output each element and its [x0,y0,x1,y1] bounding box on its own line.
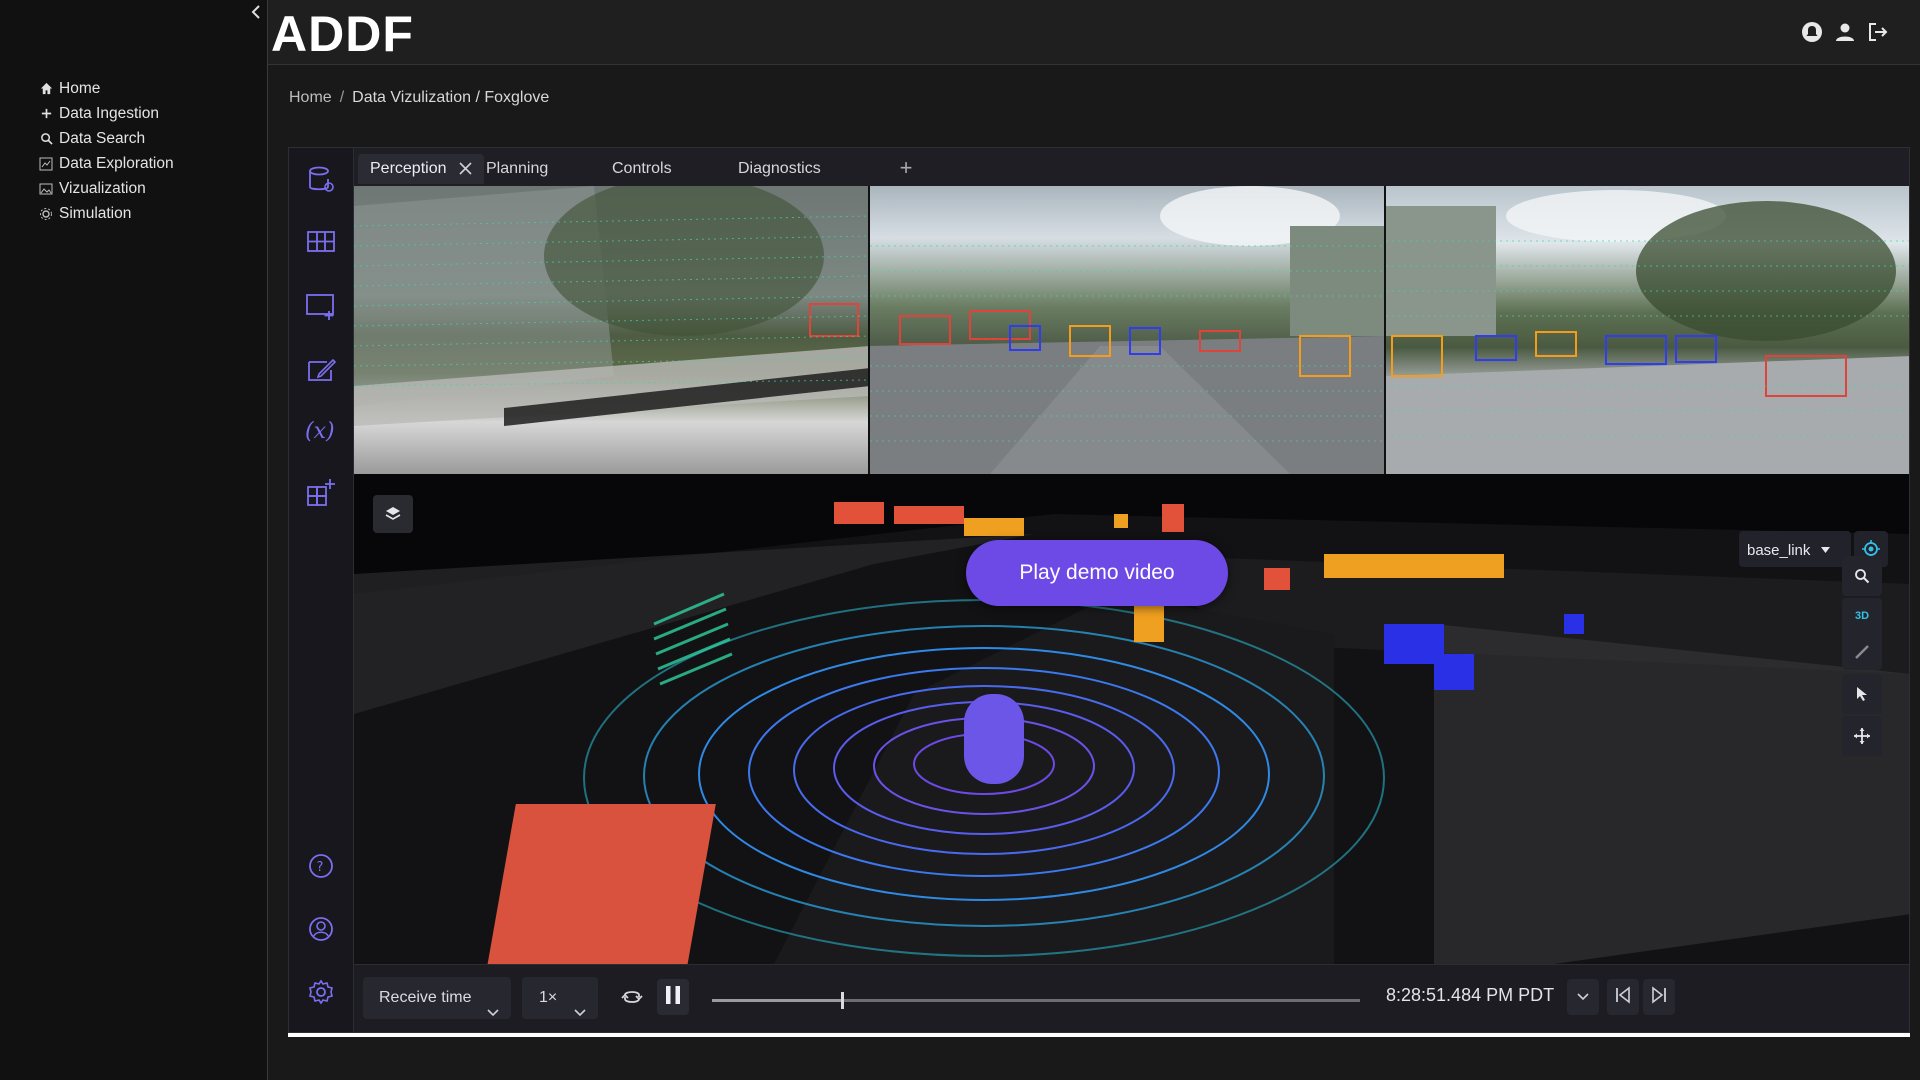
help-icon[interactable]: ? [303,848,339,884]
chart-icon [38,156,54,172]
breadcrumb-current: Data Vizulization / Foxglove [352,89,550,106]
breadcrumb-home-link[interactable]: Home [289,89,332,106]
svg-text:?: ? [317,860,324,875]
settings-icon[interactable] [303,974,339,1010]
top-bar: ADDF [268,0,1920,65]
edit-icon[interactable] [303,351,339,387]
skip-back-icon [1614,985,1632,1009]
camera-image-panel-center[interactable] [870,186,1386,474]
svg-text:(x): (x) [305,419,335,444]
time-mode-select[interactable]: Receive time [363,977,511,1019]
pan-move-icon[interactable] [1842,716,1882,756]
mode-3d-toggle[interactable]: 3D [1842,598,1882,634]
user-icon[interactable] [1833,20,1857,44]
playback-scrubber[interactable] [712,992,1360,1009]
foxglove-sidebar-rail: (x) ? [289,148,354,1032]
plus-icon [38,106,54,122]
pause-button[interactable] [657,979,689,1015]
chevron-down-icon [574,992,586,1032]
close-icon[interactable] [459,156,472,186]
nav-item-simulation[interactable]: Simulation [38,201,174,226]
tab-label: Perception [370,160,447,177]
camera-image-panel-right[interactable] [1386,186,1909,474]
breadcrumb-separator: / [339,89,345,106]
nav-item-label: Data Search [59,129,146,147]
frame-select[interactable]: base_link [1739,531,1851,567]
variables-icon[interactable]: (x) [303,412,339,448]
gear-icon [38,206,54,222]
app-title: ADDF [271,6,414,62]
playback-controls: Receive time 1× 8:28:51.484 PM PDT [354,964,1909,1032]
collapse-sidebar-icon[interactable] [248,2,266,22]
nav-item-label: Data Ingestion [59,104,159,122]
tab-diagnostics[interactable]: Diagnostics [726,154,833,184]
select-pointer-icon[interactable] [1842,674,1882,714]
nav-item-label: Simulation [59,204,132,222]
current-timestamp: 8:28:51.484 PM PDT [1386,985,1555,1005]
account-icon[interactable] [303,911,339,947]
chevron-down-icon [1577,988,1589,1006]
nav-item-label: Home [59,79,101,97]
home-icon [38,81,54,97]
playback-speed-select[interactable]: 1× [522,977,598,1019]
logout-icon[interactable] [1866,20,1890,44]
caret-down-icon [1820,531,1830,567]
camera-image-panel-left[interactable] [354,186,870,474]
nav-item-data-search[interactable]: Data Search [38,126,174,151]
nav-item-data-exploration[interactable]: Data Exploration [38,151,174,176]
layers-icon[interactable] [373,495,413,533]
panel-bottom-border [288,1033,1910,1037]
nav-list: Home Data Ingestion Data Search Data Exp… [38,76,174,226]
nav-item-vizualization[interactable]: Vizualization [38,176,174,201]
loop-icon[interactable] [617,981,647,1013]
nav-item-data-ingestion[interactable]: Data Ingestion [38,101,174,126]
extensions-icon[interactable] [303,474,339,510]
pause-icon [664,984,682,1011]
data-source-icon[interactable] [303,162,339,198]
foxglove-panel: (x) ? Perception Planning Controls Diagn… [288,147,1910,1033]
tab-planning[interactable]: Planning [474,154,560,184]
seek-backward-button[interactable] [1607,979,1639,1015]
seek-forward-button[interactable] [1643,979,1675,1015]
image-icon [38,181,54,197]
nav-item-home[interactable]: Home [38,76,174,101]
add-tab-button[interactable]: + [893,154,919,182]
timestamp-format-menu-button[interactable] [1567,979,1599,1015]
mode-3d-label: 3D [1854,610,1870,622]
tab-controls[interactable]: Controls [600,154,684,184]
scrubber-progress [712,999,842,1002]
nav-item-label: Data Exploration [59,154,174,172]
search-icon [38,131,54,147]
3d-view-panel[interactable]: Play demo video base_link 3D [354,474,1909,964]
left-sidebar: Home Data Ingestion Data Search Data Exp… [0,0,268,1080]
nav-item-label: Vizualization [59,179,146,197]
layout-tab-bar: Perception Planning Controls Diagnostics… [354,148,1909,187]
time-mode-value: Receive time [379,989,472,1006]
frame-select-value: base_link [1747,542,1811,559]
breadcrumb: Home / Data Vizulization / Foxglove [289,89,549,107]
measure-ruler-icon[interactable] [1842,634,1882,670]
search-icon[interactable] [1842,556,1882,596]
play-demo-video-button[interactable]: Play demo video [966,540,1228,606]
layout-icon[interactable] [303,224,339,260]
chevron-down-icon [487,992,499,1032]
skip-forward-icon [1650,985,1668,1009]
tab-perception[interactable]: Perception [358,154,484,184]
scrubber-handle[interactable] [840,992,844,1009]
main-content: Home / Data Vizulization / Foxglove (x) [268,65,1920,1080]
notification-icon[interactable] [1800,20,1824,44]
add-panel-icon[interactable] [303,288,339,324]
playback-speed-value: 1× [539,989,558,1006]
